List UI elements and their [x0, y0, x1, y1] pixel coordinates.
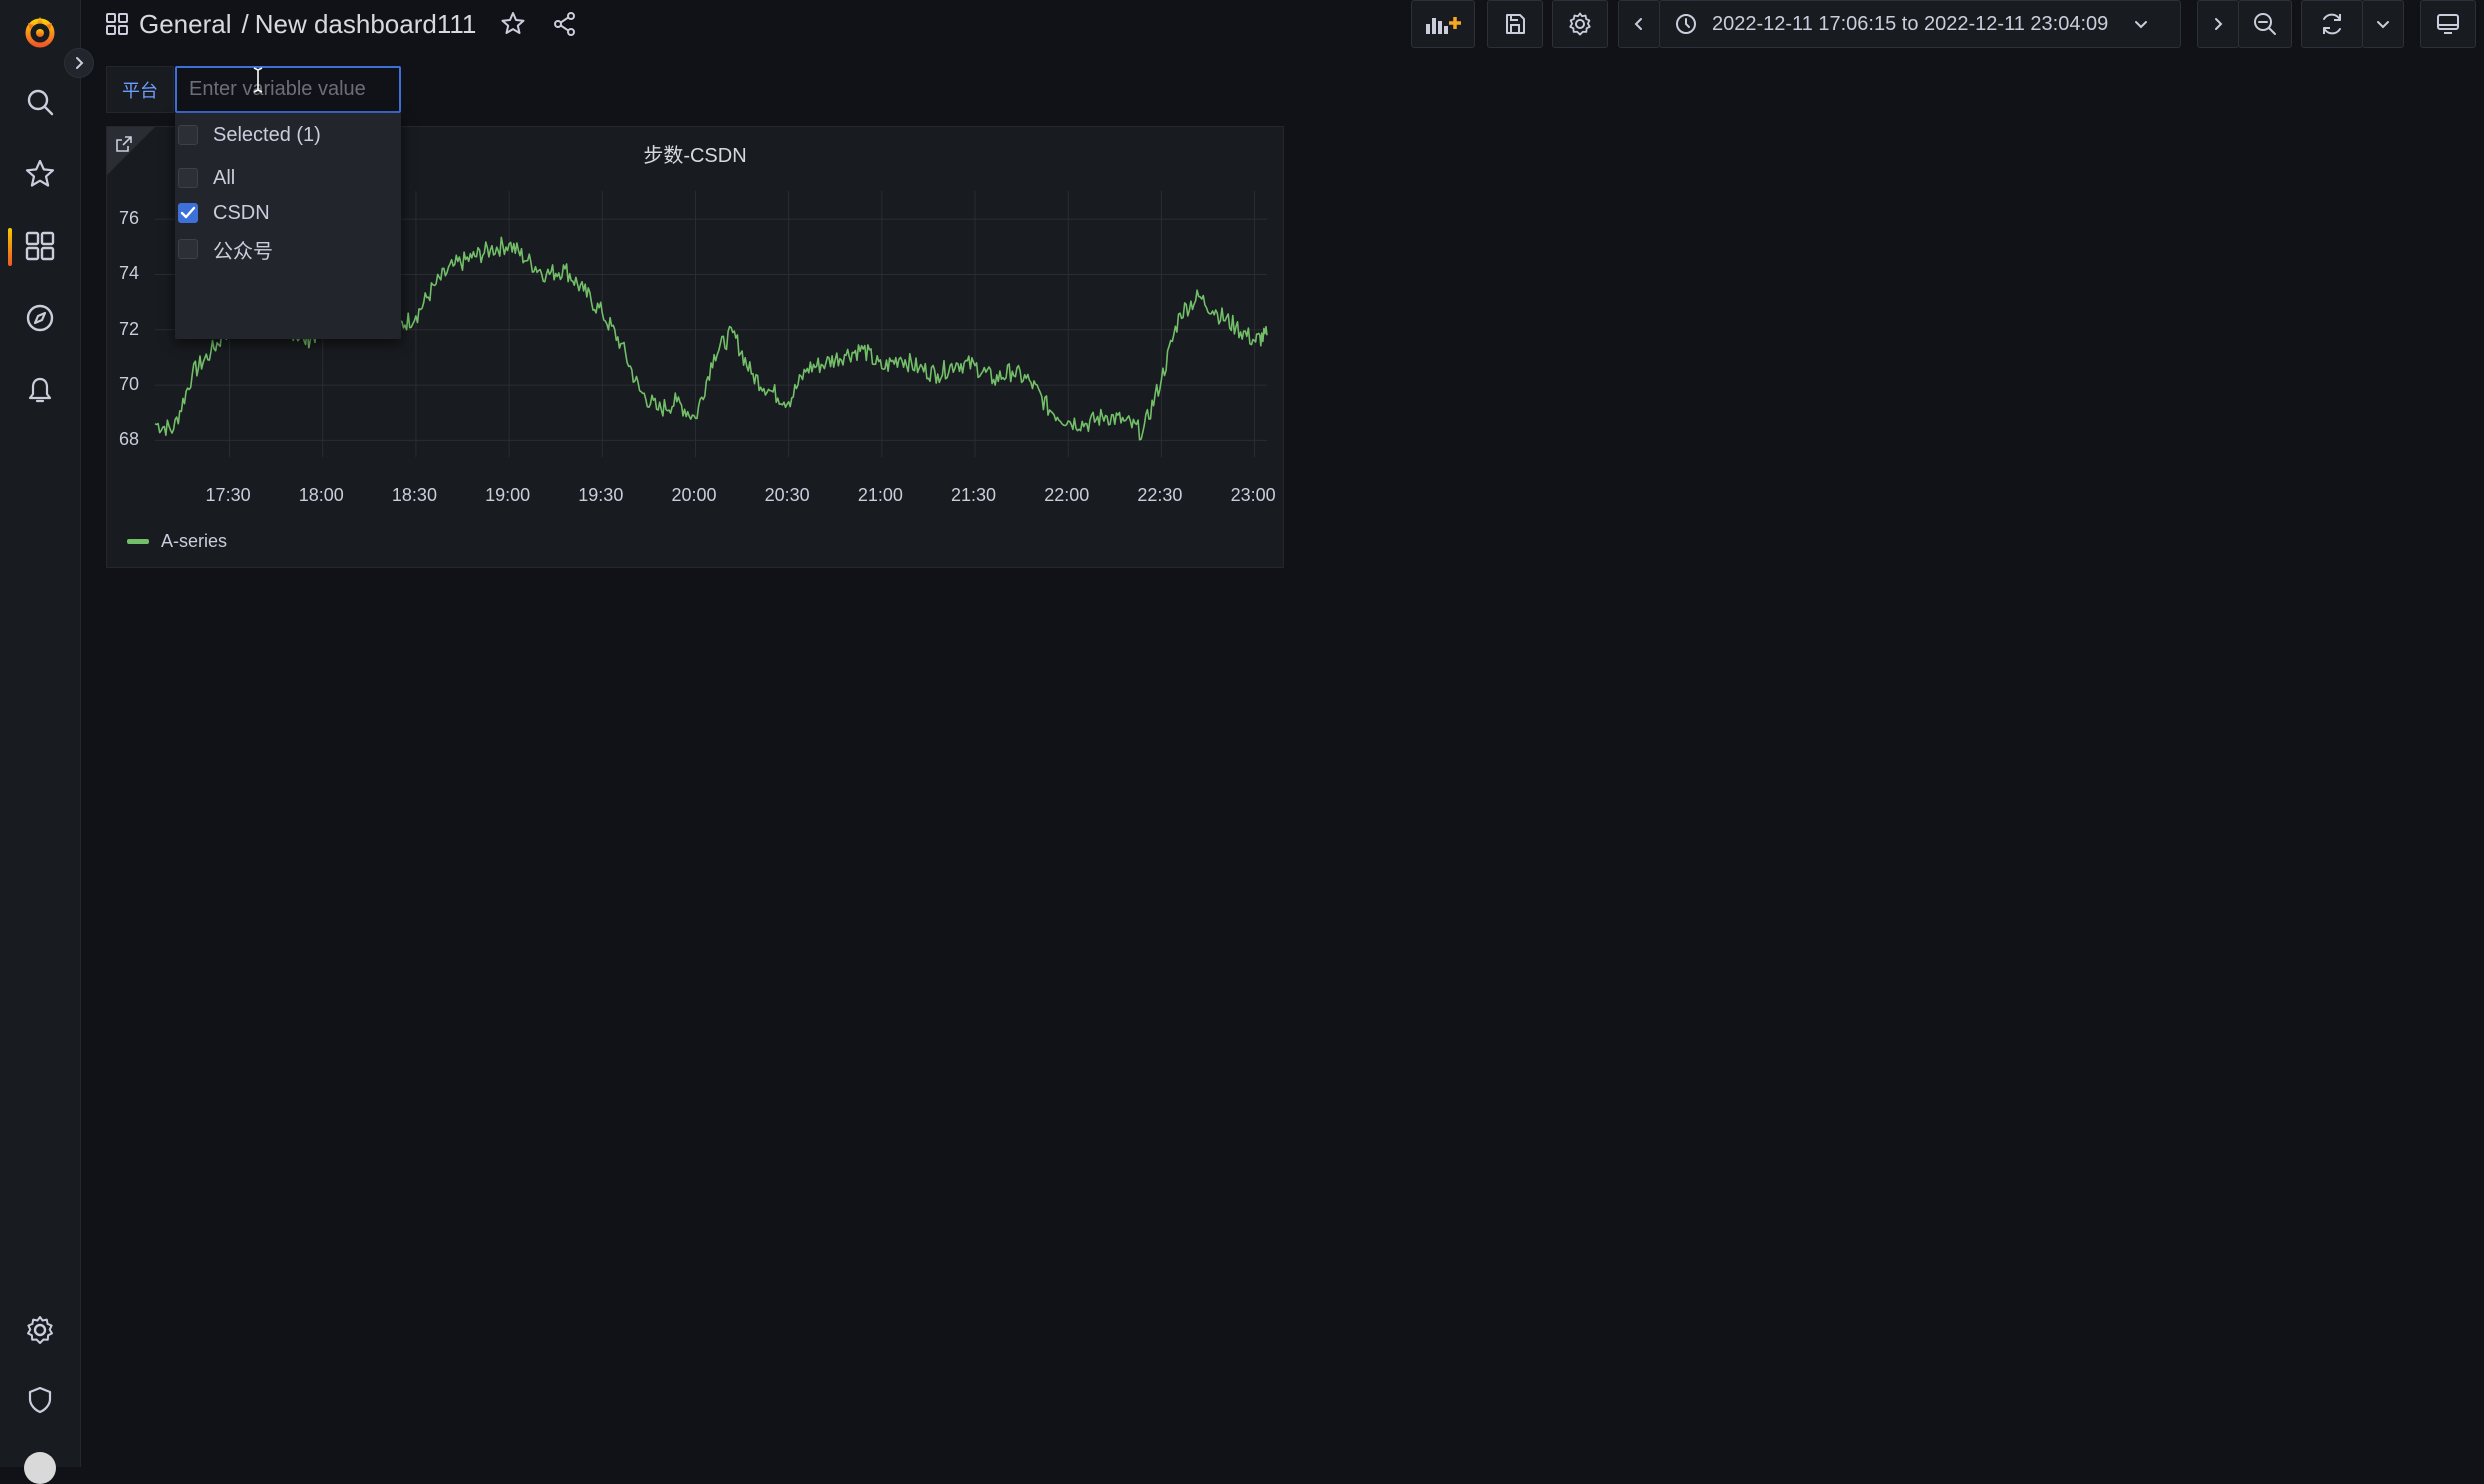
- time-range-text: 2022-12-11 17:06:15 to 2022-12-11 23:04:…: [1712, 12, 2109, 35]
- time-range-forward-button[interactable]: [2197, 0, 2239, 48]
- x-tick-label: 17:30: [205, 485, 251, 505]
- option-label: 公众号: [213, 240, 273, 263]
- x-tick-label: 23:00: [1230, 485, 1276, 505]
- x-tick-label: 20:30: [764, 485, 810, 505]
- x-tick-label: 18:00: [298, 485, 344, 505]
- option-checkbox[interactable]: [178, 203, 198, 223]
- refresh-interval-button[interactable]: [2362, 0, 2404, 48]
- option-checkbox[interactable]: [178, 125, 198, 145]
- grafana-logo-icon[interactable]: [20, 12, 60, 52]
- chart-legend[interactable]: A-series: [127, 531, 227, 552]
- save-dashboard-button[interactable]: [1487, 0, 1543, 48]
- chevron-down-icon: [2134, 17, 2148, 31]
- x-tick-label: 19:00: [485, 485, 531, 505]
- x-tick-label: 19:30: [578, 485, 624, 505]
- variable-label: 平台: [106, 66, 174, 113]
- variable-value-input[interactable]: [175, 66, 401, 113]
- mark-favorite-star-icon[interactable]: [500, 11, 526, 37]
- clock-icon: [1674, 12, 1698, 36]
- dashboards-icon[interactable]: [20, 226, 60, 266]
- chevron-down-icon: [2376, 17, 2390, 31]
- side-menu: [0, 0, 94, 1484]
- breadcrumb-separator: /: [241, 8, 249, 39]
- zoom-out-icon: [2252, 11, 2278, 37]
- dashboard-title[interactable]: New dashboard111: [255, 9, 477, 40]
- legend-swatch: [127, 539, 149, 544]
- chevron-right-icon: [2211, 17, 2225, 31]
- y-tick-label: 76: [119, 208, 140, 229]
- x-tick-label: 22:30: [1137, 485, 1183, 505]
- user-avatar[interactable]: [24, 1452, 56, 1484]
- expand-menu-button[interactable]: [64, 48, 94, 78]
- active-indicator: [8, 228, 12, 266]
- chevron-left-icon: [1632, 17, 1646, 31]
- dropdown-option-csdn[interactable]: CSDN: [175, 197, 401, 229]
- option-checkbox[interactable]: [178, 168, 198, 188]
- dashboards-grid-icon: [105, 12, 129, 36]
- cycle-view-mode-button[interactable]: [2420, 0, 2476, 48]
- configuration-gear-icon[interactable]: [20, 1310, 60, 1350]
- breadcrumb-folder[interactable]: General: [139, 9, 232, 40]
- breadcrumb: General / New dashboard111: [105, 6, 578, 42]
- dashboard-settings-button[interactable]: [1552, 0, 1608, 48]
- y-tick-label: 70: [119, 374, 140, 395]
- top-navbar: General / New dashboard111 2022-12-11 17…: [81, 0, 2484, 48]
- time-picker-button[interactable]: 2022-12-11 17:06:15 to 2022-12-11 23:04:…: [1659, 0, 2181, 48]
- dropdown-option-selected[interactable]: Selected (1): [175, 119, 401, 151]
- y-tick-label: 68: [119, 429, 140, 450]
- option-label: Selected (1): [213, 123, 321, 146]
- y-tick-label: 74: [119, 263, 140, 284]
- option-label: CSDN: [213, 201, 270, 224]
- zoom-out-button[interactable]: [2238, 0, 2292, 48]
- dropdown-option-gongzhonghao[interactable]: 公众号: [175, 233, 401, 265]
- settings-gear-icon: [1567, 11, 1593, 37]
- time-range-back-button[interactable]: [1618, 0, 1660, 48]
- variable-options-dropdown: Selected (1) All CSDN 公众号: [175, 113, 401, 339]
- x-tick-label: 21:00: [857, 485, 903, 505]
- legend-series-name[interactable]: A-series: [161, 531, 227, 552]
- save-icon: [1503, 12, 1527, 36]
- refresh-icon: [2319, 11, 2345, 37]
- server-admin-shield-icon[interactable]: [20, 1380, 60, 1420]
- add-panel-icon: [1424, 12, 1462, 36]
- x-tick-label: 20:00: [671, 485, 717, 505]
- option-label: All: [213, 166, 236, 189]
- explore-compass-icon[interactable]: [20, 298, 60, 338]
- checkmark-icon: [180, 206, 196, 219]
- alerting-bell-icon[interactable]: [20, 370, 60, 410]
- add-panel-button[interactable]: [1411, 0, 1475, 48]
- dropdown-option-all[interactable]: All: [175, 162, 401, 194]
- starred-icon[interactable]: [20, 154, 60, 194]
- share-dashboard-icon[interactable]: [552, 11, 578, 37]
- x-tick-label: 18:30: [391, 485, 437, 505]
- search-icon[interactable]: [20, 82, 60, 122]
- x-tick-label: 21:30: [951, 485, 997, 505]
- y-tick-label: 72: [119, 318, 140, 339]
- monitor-icon: [2435, 11, 2461, 37]
- refresh-dashboard-button[interactable]: [2301, 0, 2363, 48]
- x-tick-label: 22:00: [1044, 485, 1090, 505]
- option-checkbox[interactable]: [178, 239, 198, 259]
- text-cursor-icon: [251, 66, 265, 94]
